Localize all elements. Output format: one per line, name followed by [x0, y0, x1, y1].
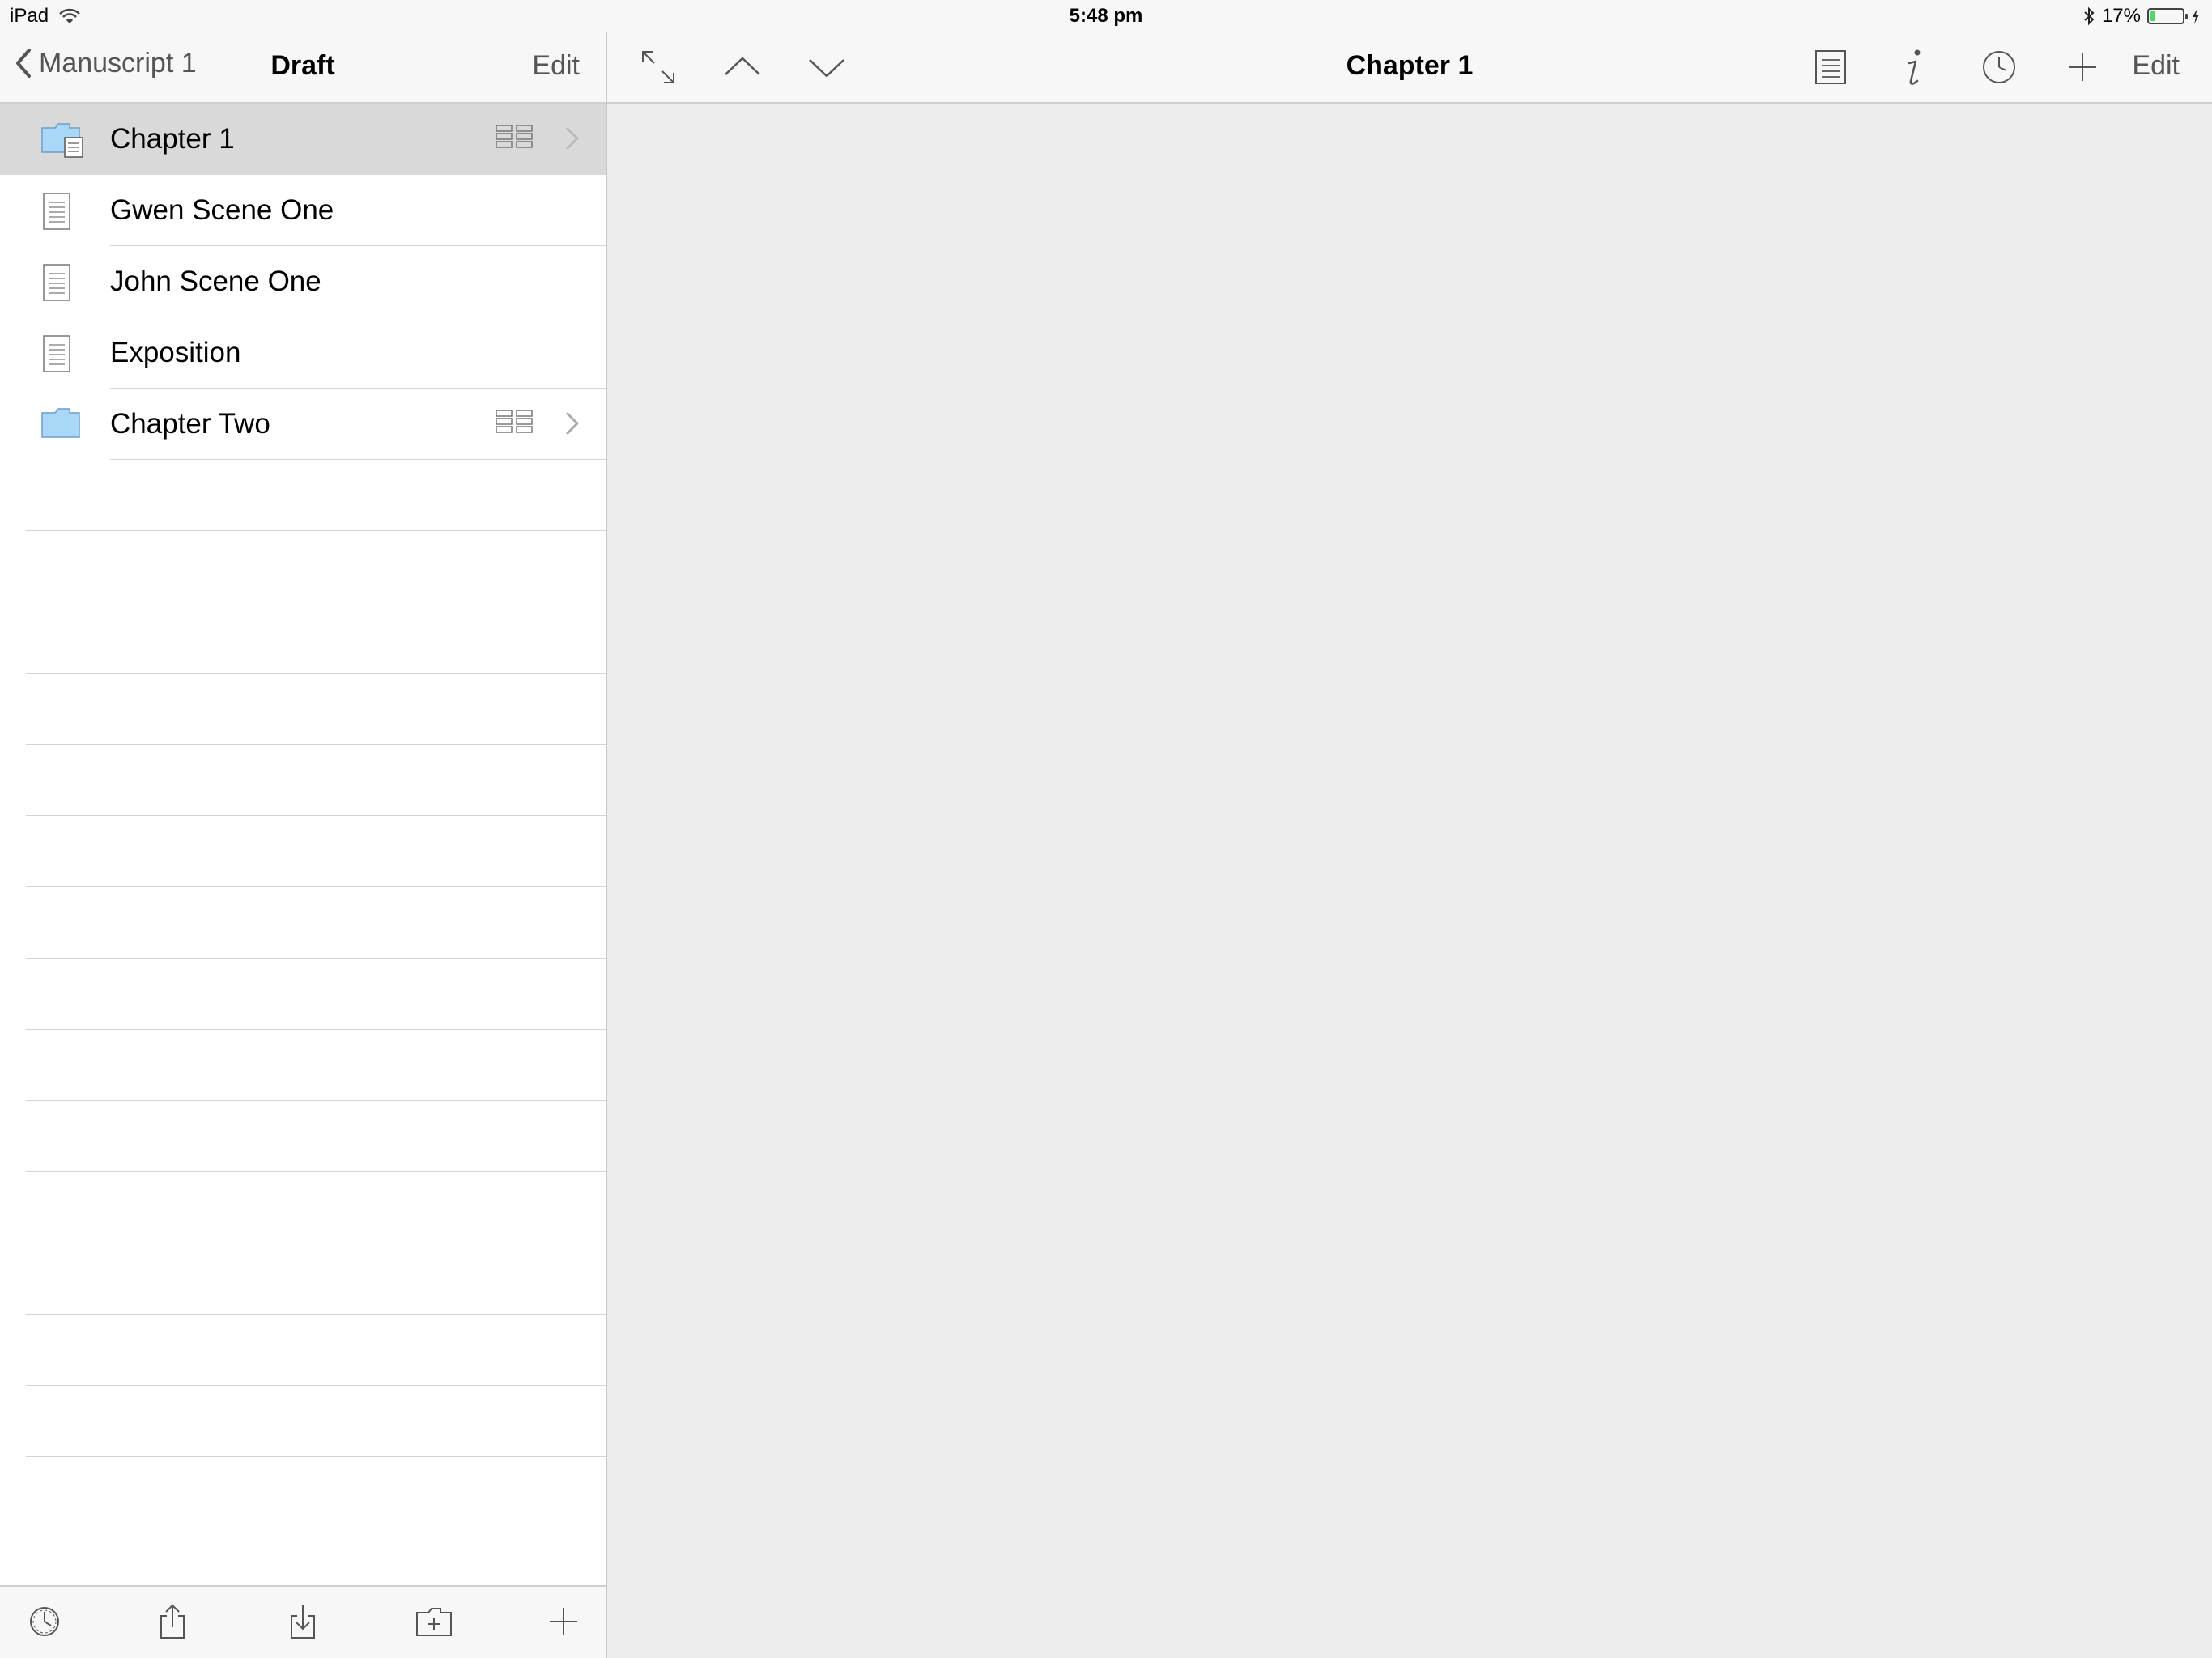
empty-row — [0, 1386, 606, 1457]
binder-item-label: Gwen Scene One — [110, 194, 334, 226]
binder-item-label: John Scene One — [110, 266, 321, 297]
binder-item-chapter-1[interactable]: Chapter 1 — [0, 104, 606, 175]
empty-row — [0, 674, 606, 745]
sidebar-edit-button[interactable]: Edit — [532, 50, 580, 82]
empty-row — [0, 1315, 606, 1386]
empty-row — [0, 887, 606, 959]
binder-item-label: Chapter 1 — [110, 123, 235, 155]
status-right: 17% — [2082, 5, 2201, 28]
add-icon[interactable] — [547, 1603, 580, 1640]
editor-nav-bar: Chapter 1 Edit — [607, 32, 2212, 104]
charging-icon — [2191, 7, 2201, 25]
empty-row — [0, 460, 606, 531]
editor-content[interactable] — [607, 104, 2212, 1658]
editor-edit-button[interactable]: Edit — [2132, 50, 2180, 82]
settings-icon[interactable] — [26, 1603, 63, 1640]
chevron-right-icon[interactable] — [565, 126, 580, 151]
empty-row — [0, 1030, 606, 1101]
binder-item-label: Chapter Two — [110, 408, 270, 440]
history-icon[interactable] — [1980, 49, 2018, 86]
empty-row — [0, 1172, 606, 1244]
binder-item-gwen-scene-one[interactable]: Gwen Scene One — [0, 175, 606, 246]
import-icon[interactable] — [287, 1603, 319, 1640]
empty-row — [0, 531, 606, 602]
battery-fill — [2150, 11, 2155, 21]
sidebar-toolbar — [0, 1585, 606, 1658]
sidebar-title: Draft — [270, 50, 335, 81]
empty-row — [0, 602, 606, 674]
binder-item-label: Exposition — [110, 337, 241, 368]
folder-document-icon — [40, 121, 86, 159]
info-icon[interactable] — [1899, 49, 1927, 89]
binder-item-exposition[interactable]: Exposition — [0, 317, 606, 389]
sidebar-nav-bar: Manuscript 1 Draft Edit — [0, 32, 606, 104]
document-icon — [40, 335, 73, 372]
chevron-right-icon[interactable] — [565, 411, 580, 436]
empty-list-rows — [0, 460, 606, 1528]
empty-row — [0, 816, 606, 887]
document-icon — [40, 264, 73, 301]
document-icon[interactable] — [1814, 49, 1848, 86]
sidebar: Manuscript 1 Draft Edit Chapter 1 Gwen S… — [0, 0, 607, 1658]
battery-percent: 17% — [2101, 5, 2141, 27]
empty-row — [0, 1457, 606, 1528]
empty-row — [0, 1101, 606, 1172]
empty-row — [0, 959, 606, 1030]
bluetooth-icon — [2082, 6, 2095, 26]
empty-row — [0, 745, 606, 816]
corkboard-icon[interactable] — [496, 410, 533, 439]
binder-item-john-scene-one[interactable]: John Scene One — [0, 246, 606, 317]
binder-list: Chapter 1 Gwen Scene One John Scene One — [0, 104, 606, 460]
new-folder-icon[interactable] — [415, 1603, 453, 1640]
binder-item-chapter-two[interactable]: Chapter Two — [0, 389, 606, 460]
document-icon — [40, 193, 73, 230]
folder-icon — [40, 406, 81, 440]
status-time: 5:48 pm — [1069, 5, 1143, 27]
empty-row — [0, 1244, 606, 1315]
share-icon[interactable] — [156, 1603, 189, 1640]
battery-icon — [2147, 8, 2188, 24]
add-icon[interactable] — [2066, 49, 2099, 86]
status-bar: iPad 5:48 pm 17% — [0, 0, 2212, 32]
corkboard-icon[interactable] — [496, 125, 533, 154]
editor-title: Chapter 1 — [1346, 50, 1474, 81]
